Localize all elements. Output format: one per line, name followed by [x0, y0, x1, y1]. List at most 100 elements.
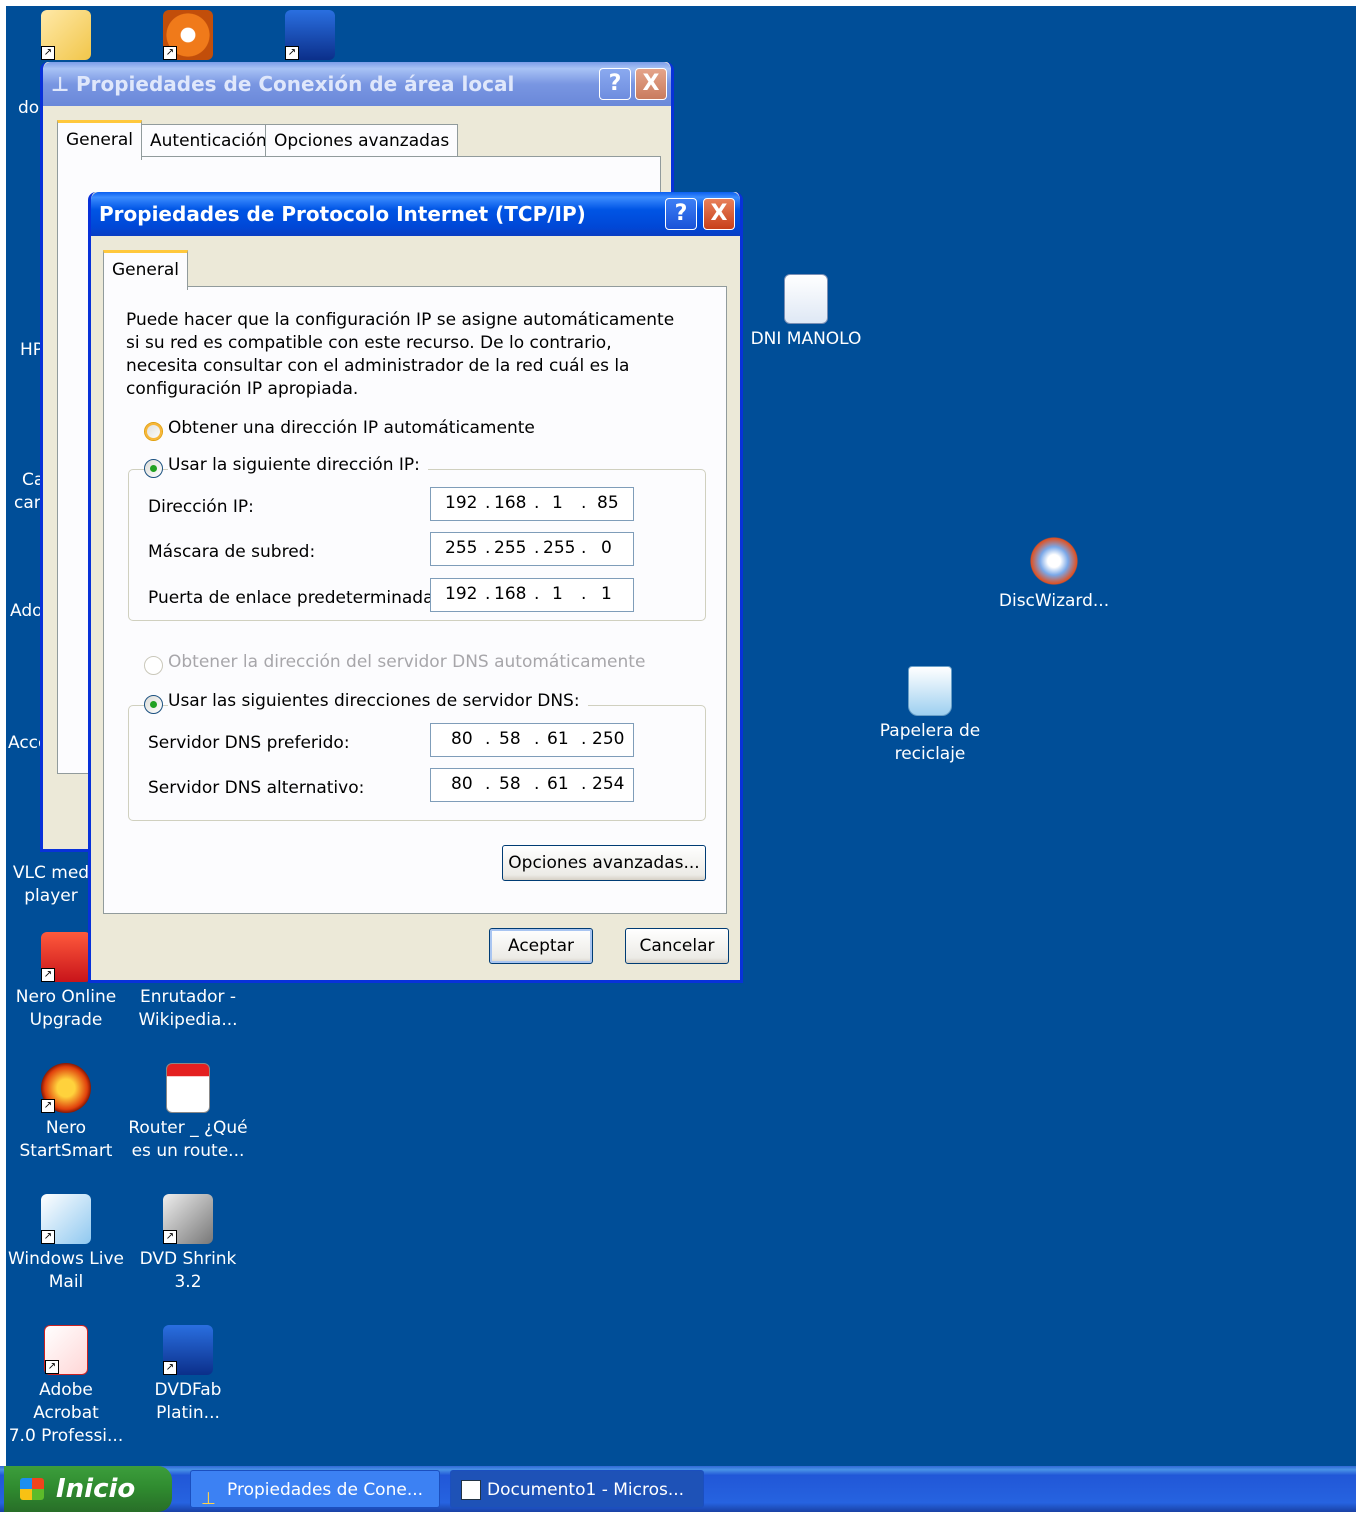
advanced-options-button[interactable]: Opciones avanzadas... — [502, 845, 706, 881]
dvd-shrink-icon: ↗ — [163, 1194, 213, 1244]
nero-online-icon: ↗ — [41, 932, 91, 982]
word-icon — [461, 1480, 481, 1500]
tcpip-properties-dialog[interactable]: Propiedades de Protocolo Internet (TCP/I… — [88, 192, 743, 983]
desktop-icon-discwizard[interactable]: DiscWizard... — [994, 536, 1114, 613]
desktop-icon-dvd-shrink[interactable]: ↗ DVD Shrink 3.2 — [128, 1194, 248, 1294]
dvd-icon: ↗ — [285, 10, 335, 60]
orange-app-icon: ↗ — [163, 10, 213, 60]
enrutador-label: Enrutador - Wikipedia... — [138, 987, 238, 1030]
back-help-button[interactable]: ? — [599, 68, 631, 100]
recycle-bin-label: Papelera de reciclaje — [879, 721, 981, 764]
ip-octet: 192 — [445, 493, 478, 513]
ip-dot: . — [534, 584, 540, 604]
desktop-icon-router-pdf[interactable]: Router _ ¿Qué es un route... — [128, 1063, 248, 1163]
back-tab-general[interactable]: General — [57, 120, 142, 160]
desktop-icon-label-partial: Ado — [10, 601, 43, 621]
ip-dot: . — [485, 774, 491, 794]
manual-dns-radio[interactable] — [144, 695, 163, 714]
envelope-icon: ↗ — [41, 10, 91, 60]
network-icon: ⊥ — [51, 72, 70, 96]
subnet-mask-field[interactable]: 255. 255. 255. 0 — [430, 532, 634, 566]
ip-octet: 255 — [494, 538, 527, 558]
tab-general[interactable]: General — [103, 250, 188, 290]
desktop-icon-label-partial: car — [14, 493, 41, 513]
ip-octet: 168 — [494, 584, 527, 604]
desktop-icon-mail-partial[interactable]: ↗ — [6, 10, 126, 64]
network-icon: ⊥ — [201, 1489, 216, 1509]
dni-manolo-label: DNI MANOLO — [750, 329, 862, 349]
manual-dns-label: Usar las siguientes direcciones de servi… — [168, 691, 588, 711]
desktop-icon-windows-live-mail[interactable]: ↗ Windows Live Mail — [6, 1194, 126, 1294]
ip-octet: 80 — [451, 774, 473, 794]
acrobat-icon: ↗ — [44, 1325, 88, 1375]
ip-address-field[interactable]: 192. 168. 1. 85 — [430, 487, 634, 521]
pdf-icon — [166, 1063, 210, 1113]
desktop-icon-vlc[interactable]: VLC med player — [6, 862, 96, 908]
preferred-dns-field[interactable]: 80. 58. 61. 250 — [430, 723, 634, 757]
desktop-icon-dni-manolo[interactable]: DNI MANOLO — [746, 274, 866, 351]
tcpip-title: Propiedades de Protocolo Internet (TCP/I… — [99, 202, 586, 226]
close-button[interactable]: X — [703, 198, 735, 230]
vlc-label: VLC med player — [12, 863, 90, 906]
ip-dot: . — [581, 729, 587, 749]
ip-octet: 1 — [552, 493, 563, 513]
desktop-icon-nero-startsmart[interactable]: ↗ Nero StartSmart — [6, 1063, 126, 1163]
word-document-icon — [784, 274, 828, 324]
desktop-icon-orange-partial[interactable]: ↗ — [128, 10, 248, 64]
desktop-icon-recycle-bin[interactable]: Papelera de reciclaje — [870, 666, 990, 766]
alternate-dns-field[interactable]: 80. 58. 61. 254 — [430, 768, 634, 802]
taskbar-item-local-connection[interactable]: ⊥ Propiedades de Cone... — [190, 1470, 440, 1509]
nero-startsmart-label: Nero StartSmart — [19, 1118, 113, 1161]
cancel-button[interactable]: Cancelar — [625, 928, 729, 964]
taskbar: Inicio ⊥ Propiedades de Cone... Document… — [0, 1466, 1356, 1512]
back-tab-autenticacion[interactable]: Autenticación — [141, 124, 276, 158]
ip-octet: 168 — [494, 493, 527, 513]
dvdfab-label: DVDFab Platin... — [154, 1380, 222, 1423]
ip-octet: 250 — [592, 729, 625, 749]
ip-dot: . — [485, 584, 491, 604]
start-button[interactable]: Inicio — [4, 1466, 172, 1512]
ip-octet: 255 — [445, 538, 478, 558]
nero-flame-icon: ↗ — [41, 1063, 91, 1113]
mail-icon: ↗ — [41, 1194, 91, 1244]
ip-dot: . — [581, 584, 587, 604]
desktop-icon-adobe-acrobat[interactable]: ↗ Adobe Acrobat 7.0 Professi... — [6, 1325, 126, 1448]
desktop-icon-dvdfab[interactable]: ↗ DVDFab Platin... — [128, 1325, 248, 1425]
taskbar-item-documento1[interactable]: Documento1 - Micros... — [450, 1470, 704, 1508]
tcpip-titlebar[interactable]: Propiedades de Protocolo Internet (TCP/I… — [91, 192, 740, 236]
ip-dot: . — [581, 493, 587, 513]
auto-dns-radio[interactable] — [144, 656, 163, 675]
desktop-icon-label-partial: do — [18, 98, 40, 118]
help-button[interactable]: ? — [665, 198, 697, 230]
desktop-icon-dvd-partial[interactable]: ↗ — [250, 10, 370, 64]
gateway-field[interactable]: 192. 168. 1. 1 — [430, 578, 634, 612]
ip-dot: . — [581, 774, 587, 794]
dvdfab-icon: ↗ — [163, 1325, 213, 1375]
ip-dot: . — [485, 729, 491, 749]
back-close-button[interactable]: X — [635, 68, 667, 100]
nero-online-label: Nero Online Upgrade — [15, 987, 117, 1030]
ip-dot: . — [534, 493, 540, 513]
ip-octet: 192 — [445, 584, 478, 604]
ip-octet: 80 — [451, 729, 473, 749]
auto-ip-label: Obtener una dirección IP automáticamente — [168, 418, 535, 438]
adobe-acrobat-label: Adobe Acrobat 7.0 Professi... — [8, 1380, 124, 1446]
ip-dot: . — [485, 538, 491, 558]
ip-dot: . — [534, 538, 540, 558]
start-label: Inicio — [56, 1474, 136, 1504]
ok-button[interactable]: Aceptar — [489, 928, 593, 964]
ip-octet: 85 — [597, 493, 619, 513]
ip-octet: 58 — [499, 729, 521, 749]
dvd-shrink-label: DVD Shrink 3.2 — [139, 1249, 237, 1292]
manual-ip-radio[interactable] — [144, 459, 163, 478]
back-window-titlebar[interactable]: ⊥ Propiedades de Conexión de área local … — [43, 62, 671, 106]
ip-octet: 1 — [601, 584, 612, 604]
ip-address-label: Dirección IP: — [148, 497, 254, 517]
back-tab-opciones-avanzadas[interactable]: Opciones avanzadas — [265, 124, 459, 158]
auto-ip-radio[interactable] — [144, 422, 163, 441]
ip-octet: 58 — [499, 774, 521, 794]
ip-dot: . — [581, 538, 587, 558]
ip-octet: 255 — [543, 538, 576, 558]
ip-octet: 254 — [592, 774, 625, 794]
ip-octet: 61 — [547, 774, 569, 794]
